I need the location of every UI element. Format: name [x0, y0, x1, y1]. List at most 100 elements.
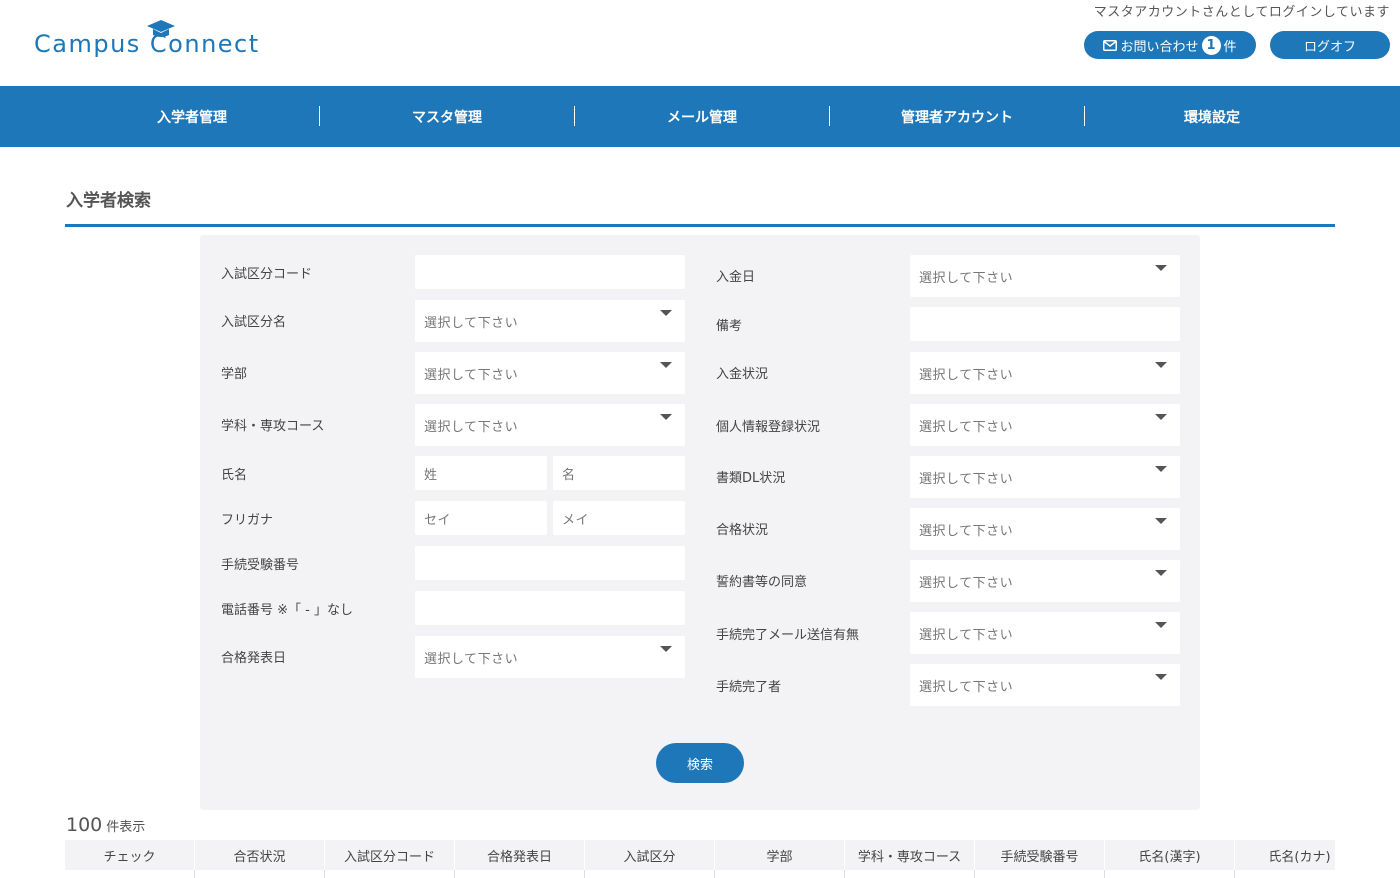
first-name-input[interactable]: 名 [553, 456, 685, 490]
search-panel: 入試区分コード 入試区分名 選択して下さい 学部 選択して下さい 学科・専攻コー… [200, 235, 1200, 810]
last-kana-placeholder: セイ [424, 512, 452, 528]
page-title: 入学者検索 [66, 191, 151, 211]
nav-item-admin-account[interactable]: 管理者アカウント [830, 86, 1084, 147]
last-name-placeholder: 姓 [424, 467, 438, 483]
results-table-header: チェック 合否状況 入試区分コード 合格発表日 入試区分 学部 学科・専攻コース… [65, 840, 1335, 870]
course-label: 学科・専攻コース [221, 419, 325, 434]
table-row[interactable] [65, 870, 1335, 878]
faculty-label: 学部 [221, 367, 248, 382]
exam-name-select[interactable]: 選択して下さい [415, 300, 685, 342]
payment-date-select[interactable]: 選択して下さい [910, 255, 1180, 297]
last-kana-input[interactable]: セイ [415, 501, 547, 535]
procedure-number-label: 手続受験番号 [221, 558, 300, 573]
chevron-down-icon [1155, 622, 1167, 628]
column-header[interactable]: 合否状況 [195, 840, 325, 870]
doc-download-label: 書類DL状況 [716, 471, 786, 486]
chevron-down-icon [1155, 518, 1167, 524]
chevron-down-icon [660, 310, 672, 316]
nav-item-master[interactable]: マスタ管理 [320, 86, 574, 147]
personal-info-select[interactable]: 選択して下さい [910, 404, 1180, 446]
personal-info-value: 選択して下さい [919, 419, 1014, 435]
search-button[interactable]: 検索 [656, 743, 744, 783]
contact-label: お問い合わせ [1120, 39, 1199, 55]
name-label: 氏名 [221, 468, 248, 483]
table-cell [585, 870, 715, 878]
chevron-down-icon [1155, 674, 1167, 680]
first-name-placeholder: 名 [562, 467, 576, 483]
first-kana-input[interactable]: メイ [553, 501, 685, 535]
column-header[interactable]: 氏名(漢字) [1105, 840, 1235, 870]
course-value: 選択して下さい [424, 419, 519, 435]
table-cell [325, 870, 455, 878]
chevron-down-icon [1155, 570, 1167, 576]
contact-unit: 件 [1223, 39, 1237, 55]
contact-count-badge: 1 [1201, 35, 1221, 55]
chevron-down-icon [660, 414, 672, 420]
completed-by-select[interactable]: 選択して下さい [910, 664, 1180, 706]
column-header[interactable]: 合格発表日 [455, 840, 585, 870]
table-cell [715, 870, 845, 878]
exam-code-label: 入試区分コード [221, 267, 313, 282]
personal-info-label: 個人情報登録状況 [716, 420, 821, 435]
column-header[interactable]: 学科・専攻コース [845, 840, 975, 870]
result-count-number: 100 [66, 814, 103, 836]
nav-item-enrollees[interactable]: 入学者管理 [65, 86, 319, 147]
payment-date-label: 入金日 [716, 270, 756, 285]
table-cell [1105, 870, 1235, 878]
payment-status-select[interactable]: 選択して下さい [910, 352, 1180, 394]
nav-item-settings[interactable]: 環境設定 [1085, 86, 1339, 147]
column-header[interactable]: 手続受験番号 [975, 840, 1105, 870]
result-count: 100 件表示 [66, 814, 145, 836]
graduation-cap-icon [147, 20, 175, 37]
phone-label: 電話番号 ※「 - 」なし [221, 603, 353, 618]
contact-button[interactable]: お問い合わせ 1 件 [1084, 31, 1256, 59]
pass-date-label: 合格発表日 [221, 651, 287, 666]
table-cell [65, 870, 195, 878]
note-input[interactable] [910, 307, 1180, 341]
completed-by-value: 選択して下さい [919, 679, 1014, 695]
completed-by-label: 手続完了者 [716, 680, 782, 695]
first-kana-placeholder: メイ [562, 512, 590, 528]
mail-sent-value: 選択して下さい [919, 627, 1014, 643]
result-count-unit: 件表示 [106, 820, 146, 835]
column-header[interactable]: 入試区分コード [325, 840, 455, 870]
nav-item-mail[interactable]: メール管理 [575, 86, 829, 147]
kana-label: フリガナ [221, 513, 274, 528]
logout-button[interactable]: ログオフ [1270, 31, 1390, 59]
column-header[interactable]: 入試区分 [585, 840, 715, 870]
title-divider [65, 224, 1335, 227]
column-header[interactable]: チェック [65, 840, 195, 870]
table-cell [845, 870, 975, 878]
exam-name-value: 選択して下さい [424, 315, 519, 331]
pass-date-select[interactable]: 選択して下さい [415, 636, 685, 678]
pledge-label: 誓約書等の同意 [716, 575, 808, 590]
pass-date-value: 選択して下さい [424, 651, 519, 667]
column-header[interactable]: 学部 [715, 840, 845, 870]
payment-status-value: 選択して下さい [919, 367, 1014, 383]
doc-download-value: 選択して下さい [919, 471, 1014, 487]
table-cell [455, 870, 585, 878]
last-name-input[interactable]: 姓 [415, 456, 547, 490]
faculty-select[interactable]: 選択して下さい [415, 352, 685, 394]
mail-icon [1103, 39, 1118, 51]
mail-sent-label: 手続完了メール送信有無 [716, 628, 860, 643]
course-select[interactable]: 選択して下さい [415, 404, 685, 446]
column-header[interactable]: 氏名(カナ) [1235, 840, 1335, 870]
faculty-value: 選択して下さい [424, 367, 519, 383]
chevron-down-icon [660, 362, 672, 368]
header: Campus Connect マスタアカウントさんとしてログインしています お問… [0, 0, 1400, 86]
table-cell [195, 870, 325, 878]
chevron-down-icon [1155, 466, 1167, 472]
procedure-number-input[interactable] [415, 546, 685, 580]
doc-download-select[interactable]: 選択して下さい [910, 456, 1180, 498]
chevron-down-icon [1155, 265, 1167, 271]
table-cell [1235, 870, 1335, 878]
exam-code-input[interactable] [415, 255, 685, 289]
pledge-select[interactable]: 選択して下さい [910, 560, 1180, 602]
pledge-value: 選択して下さい [919, 575, 1014, 591]
pass-status-label: 合格状況 [716, 523, 769, 538]
pass-status-select[interactable]: 選択して下さい [910, 508, 1180, 550]
mail-sent-select[interactable]: 選択して下さい [910, 612, 1180, 654]
phone-input[interactable] [415, 591, 685, 625]
chevron-down-icon [1155, 414, 1167, 420]
